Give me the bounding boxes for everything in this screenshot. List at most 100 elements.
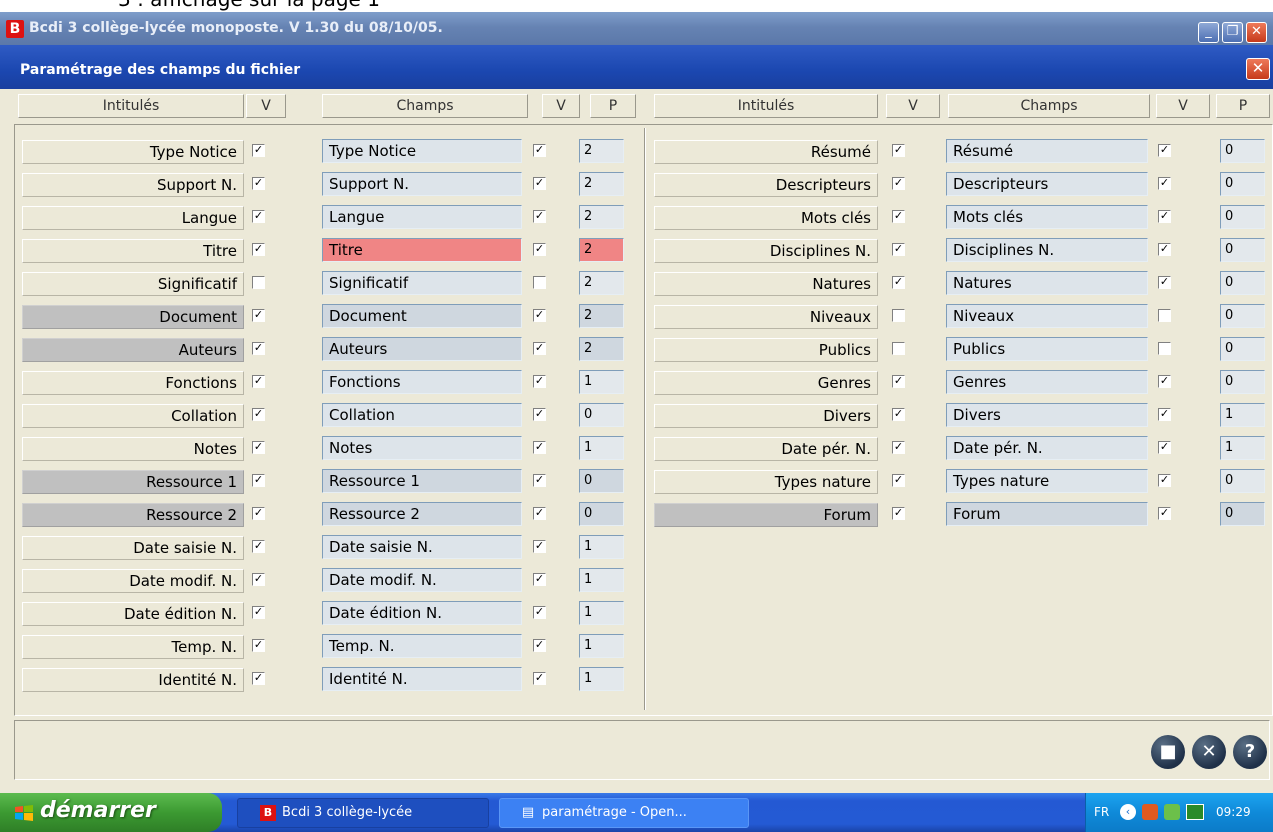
field-visible-checkbox[interactable]: ✓ bbox=[533, 573, 546, 586]
page-number-input[interactable]: 1 bbox=[579, 601, 624, 625]
page-number-input[interactable]: 0 bbox=[1220, 271, 1265, 295]
field-name-input[interactable]: Date modif. N. bbox=[322, 568, 522, 592]
field-name-input[interactable]: Identité N. bbox=[322, 667, 522, 691]
minimize-button[interactable]: _ bbox=[1198, 22, 1219, 43]
field-row: Natures ✓ Natures ✓ 0 bbox=[0, 266, 1273, 299]
page-number-input[interactable]: 1 bbox=[579, 667, 624, 691]
field-visible-checkbox[interactable]: ✓ bbox=[1158, 177, 1171, 190]
field-visible-checkbox[interactable]: ✓ bbox=[1158, 210, 1171, 223]
document-header-text: 3 : affichage sur la page 1 bbox=[118, 0, 380, 11]
field-visible-checkbox[interactable]: ✓ bbox=[1158, 507, 1171, 520]
field-name-input[interactable]: Forum bbox=[946, 502, 1148, 526]
page-number-input[interactable]: 1 bbox=[1220, 403, 1265, 427]
dialog-titlebar[interactable]: Paramétrage des champs du fichier ✕ bbox=[0, 45, 1273, 89]
field-visible-checkbox[interactable]: ✓ bbox=[533, 606, 546, 619]
page-number-input[interactable]: 0 bbox=[1220, 172, 1265, 196]
label-visible-checkbox[interactable]: ✓ bbox=[892, 144, 905, 157]
page-number-input[interactable]: 1 bbox=[1220, 436, 1265, 460]
field-name-input[interactable]: Date pér. N. bbox=[946, 436, 1148, 460]
save-button[interactable]: ■ bbox=[1151, 735, 1185, 769]
field-name-input[interactable]: Natures bbox=[946, 271, 1148, 295]
tray-antivirus-icon[interactable] bbox=[1186, 804, 1204, 820]
field-name-input[interactable]: Date saisie N. bbox=[322, 535, 522, 559]
label-visible-checkbox[interactable]: ✓ bbox=[892, 408, 905, 421]
tray-expand-icon[interactable]: ‹ bbox=[1120, 804, 1136, 820]
window-titlebar[interactable]: B Bcdi 3 collège-lycée monoposte. V 1.30… bbox=[0, 12, 1273, 45]
cancel-button[interactable]: ✕ bbox=[1192, 735, 1226, 769]
field-row: Genres ✓ Genres ✓ 0 bbox=[0, 365, 1273, 398]
label-visible-checkbox[interactable]: ✓ bbox=[252, 672, 265, 685]
language-indicator[interactable]: FR bbox=[1094, 793, 1109, 832]
field-visible-checkbox[interactable]: ✓ bbox=[1158, 441, 1171, 454]
field-name-input[interactable]: Types nature bbox=[946, 469, 1148, 493]
field-visible-checkbox[interactable]: ✓ bbox=[1158, 375, 1171, 388]
field-visible-checkbox[interactable] bbox=[1158, 342, 1171, 355]
label-visible-checkbox[interactable] bbox=[892, 309, 905, 322]
field-visible-checkbox[interactable]: ✓ bbox=[533, 540, 546, 553]
page-number-input[interactable]: 0 bbox=[1220, 238, 1265, 262]
label-visible-checkbox[interactable]: ✓ bbox=[252, 639, 265, 652]
field-row: Date modif. N. ✓ Date modif. N. ✓ 1 bbox=[0, 563, 1273, 596]
tray-network-icon[interactable] bbox=[1164, 804, 1180, 820]
field-name-input[interactable]: Résumé bbox=[946, 139, 1148, 163]
page-number-input[interactable]: 0 bbox=[1220, 139, 1265, 163]
field-name-input[interactable]: Genres bbox=[946, 370, 1148, 394]
label-visible-checkbox[interactable]: ✓ bbox=[892, 243, 905, 256]
label-visible-checkbox[interactable]: ✓ bbox=[252, 573, 265, 586]
label-visible-checkbox[interactable]: ✓ bbox=[892, 210, 905, 223]
field-visible-checkbox[interactable]: ✓ bbox=[1158, 276, 1171, 289]
label-visible-checkbox[interactable]: ✓ bbox=[892, 507, 905, 520]
page-number-input[interactable]: 0 bbox=[1220, 370, 1265, 394]
field-name-input[interactable]: Disciplines N. bbox=[946, 238, 1148, 262]
page-number-input[interactable]: 0 bbox=[1220, 337, 1265, 361]
field-visible-checkbox[interactable]: ✓ bbox=[1158, 474, 1171, 487]
field-name-input[interactable]: Descripteurs bbox=[946, 172, 1148, 196]
label-visible-checkbox[interactable]: ✓ bbox=[252, 606, 265, 619]
page-number-input[interactable]: 0 bbox=[1220, 205, 1265, 229]
field-name-input[interactable]: Mots clés bbox=[946, 205, 1148, 229]
start-button[interactable]: démarrer bbox=[0, 793, 222, 832]
field-visible-checkbox[interactable]: ✓ bbox=[1158, 243, 1171, 256]
page-number-input[interactable]: 0 bbox=[1220, 469, 1265, 493]
field-visible-checkbox[interactable]: ✓ bbox=[533, 672, 546, 685]
help-button[interactable]: ? bbox=[1233, 735, 1267, 769]
field-label: Publics bbox=[654, 338, 878, 362]
bcdi-icon: B bbox=[260, 804, 276, 821]
field-label: Temp. N. bbox=[22, 635, 244, 659]
field-visible-checkbox[interactable]: ✓ bbox=[1158, 144, 1171, 157]
label-visible-checkbox[interactable]: ✓ bbox=[892, 441, 905, 454]
field-name-input[interactable]: Publics bbox=[946, 337, 1148, 361]
help-icon: ? bbox=[1244, 741, 1256, 762]
field-visible-checkbox[interactable]: ✓ bbox=[1158, 408, 1171, 421]
label-visible-checkbox[interactable]: ✓ bbox=[892, 375, 905, 388]
taskbar-item-bcdi[interactable]: B Bcdi 3 collège-lycée bbox=[237, 798, 489, 828]
maximize-button[interactable]: ❐ bbox=[1222, 22, 1243, 43]
page-number-input[interactable]: 1 bbox=[579, 535, 624, 559]
header-v-left-2: V bbox=[542, 94, 580, 118]
page-number-input[interactable]: 1 bbox=[579, 568, 624, 592]
field-name-input[interactable]: Niveaux bbox=[946, 304, 1148, 328]
field-name-input[interactable]: Date édition N. bbox=[322, 601, 522, 625]
field-row: Temp. N. ✓ Temp. N. ✓ 1 bbox=[0, 629, 1273, 662]
label-visible-checkbox[interactable]: ✓ bbox=[892, 276, 905, 289]
dialog-close-button[interactable]: ✕ bbox=[1246, 58, 1270, 80]
windows-logo-icon bbox=[15, 805, 33, 821]
field-label: Divers bbox=[654, 404, 878, 428]
label-visible-checkbox[interactable] bbox=[892, 342, 905, 355]
header-intitules-left: Intitulés bbox=[18, 94, 244, 118]
window-close-button[interactable]: ✕ bbox=[1246, 22, 1267, 43]
header-champs-left: Champs bbox=[322, 94, 528, 118]
taskbar-item-parametrage[interactable]: ▤ paramétrage - Open... bbox=[499, 798, 749, 828]
field-name-input[interactable]: Divers bbox=[946, 403, 1148, 427]
taskbar: démarrer B Bcdi 3 collège-lycée ▤ paramétr… bbox=[0, 793, 1273, 832]
label-visible-checkbox[interactable]: ✓ bbox=[252, 540, 265, 553]
label-visible-checkbox[interactable]: ✓ bbox=[892, 177, 905, 190]
page-number-input[interactable]: 0 bbox=[1220, 502, 1265, 526]
label-visible-checkbox[interactable]: ✓ bbox=[892, 474, 905, 487]
page-number-input[interactable]: 0 bbox=[1220, 304, 1265, 328]
tray-app-icon[interactable] bbox=[1142, 804, 1158, 820]
field-name-input[interactable]: Temp. N. bbox=[322, 634, 522, 658]
page-number-input[interactable]: 1 bbox=[579, 634, 624, 658]
field-visible-checkbox[interactable] bbox=[1158, 309, 1171, 322]
field-visible-checkbox[interactable]: ✓ bbox=[533, 639, 546, 652]
